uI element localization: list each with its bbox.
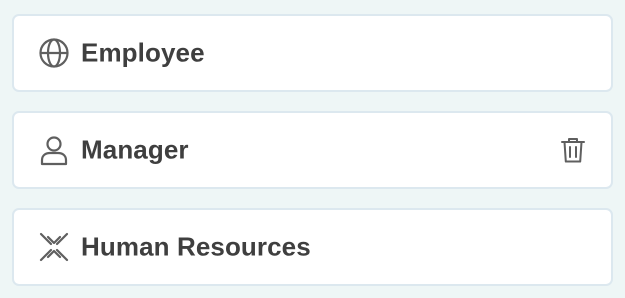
role-item-manager[interactable]: Manager [12,111,613,189]
role-item-employee[interactable]: Employee [12,14,613,92]
role-item-label: Employee [81,37,205,68]
trash-icon[interactable] [559,136,587,164]
arrows-cross-icon [38,231,70,263]
role-item-label: Manager [81,134,189,165]
role-item-label: Human Resources [81,231,311,262]
role-list: Employee Manager Human Resources [12,14,613,286]
user-icon [38,134,70,166]
role-item-human-resources[interactable]: Human Resources [12,208,613,286]
globe-icon [38,37,70,69]
